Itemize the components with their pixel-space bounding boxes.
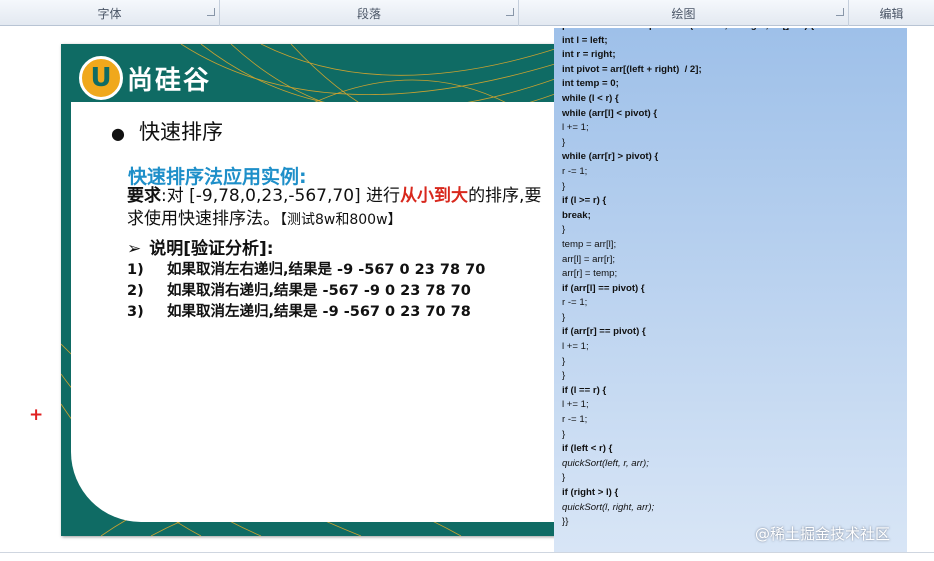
- code-line: int temp = 0;: [562, 78, 619, 90]
- arrow-bullet-icon: ➢: [127, 239, 142, 259]
- code-line: }: [562, 370, 566, 382]
- logo-mark: U: [79, 56, 123, 100]
- code-line: while (arr[r] > pivot) {: [562, 151, 659, 163]
- code-line: quickSort(l, right, arr);: [562, 501, 655, 513]
- code-line: if (l >= r) {: [562, 195, 607, 207]
- ribbon-group-paragraph-label: 段落: [356, 6, 381, 21]
- requirement-label: 要求: [127, 186, 161, 206]
- dialog-launcher-icon[interactable]: [506, 8, 514, 16]
- code-line: while (arr[l] < pivot) {: [562, 107, 658, 119]
- watermark: @稀土掘金技术社区: [755, 525, 891, 543]
- code-line: }: [562, 180, 566, 192]
- list-item-text: 如果取消右递归,结果是 -567 -9 0 23 78 70: [167, 283, 471, 299]
- list-item-text: 如果取消左递归,结果是 -9 -567 0 23 70 78: [167, 304, 471, 320]
- code-line: r -= 1;: [562, 414, 588, 426]
- ribbon-group-editing[interactable]: 编辑: [849, 0, 934, 26]
- list-item[interactable]: 1) 如果取消左右递归,结果是 -9 -567 0 23 78 70: [127, 258, 485, 279]
- explain-heading[interactable]: ➢ 说明[验证分析]:: [127, 234, 274, 259]
- list-item-number: 3): [127, 304, 144, 320]
- dialog-launcher-icon[interactable]: [836, 8, 844, 16]
- ribbon-group-editing-label: 编辑: [879, 6, 904, 21]
- ribbon-group-font-label: 字体: [97, 6, 122, 21]
- code-overlay-panel: public static void quickSort(int left, i…: [554, 28, 907, 561]
- requirement-paragraph[interactable]: 要求:对 [-9,78,0,23,-567,70] 进行从小到大的排序,要求使用…: [127, 185, 547, 232]
- code-line: }: [562, 136, 566, 148]
- requirement-note: 【测试8w和800w】: [280, 212, 402, 228]
- code-line: quickSort(left, r, arr);: [562, 457, 649, 469]
- company-logo: U 尚硅谷: [79, 56, 211, 100]
- code-line: if (arr[l] == pivot) {: [562, 282, 645, 294]
- slide-title-text: 快速排序: [138, 120, 223, 144]
- code-line: }: [562, 472, 566, 484]
- code-line: l += 1;: [562, 341, 589, 353]
- code-line: temp = arr[l];: [562, 238, 617, 250]
- ribbon-group-drawing-label: 绘图: [671, 6, 696, 21]
- code-line: l += 1;: [562, 399, 589, 411]
- code-line: arr[r] = temp;: [562, 268, 618, 280]
- code-line: if (right > l) {: [562, 487, 619, 498]
- list-item[interactable]: 3) 如果取消左递归,结果是 -9 -567 0 23 70 78: [127, 300, 471, 321]
- code-line: arr[l] = arr[r];: [562, 253, 616, 265]
- logo-text: 尚硅谷: [127, 65, 212, 96]
- list-item-text: 如果取消左右递归,结果是 -9 -567 0 23 78 70: [167, 262, 486, 278]
- list-item-number: 1): [127, 262, 144, 278]
- code-line: r -= 1;: [562, 165, 588, 177]
- code-line: if (l == r) {: [562, 384, 607, 396]
- requirement-text-1: :对 [-9,78,0,23,-567,70] 进行: [161, 186, 401, 206]
- ribbon-group-drawing[interactable]: 绘图: [519, 0, 849, 26]
- ribbon-group-font[interactable]: 字体: [0, 0, 220, 26]
- dialog-launcher-icon[interactable]: [207, 8, 215, 16]
- slide-canvas[interactable]: U 尚硅谷 ● 快速排序 快速排序法应用实例: 要求:对 [-9,78,0,23,…: [61, 44, 555, 536]
- code-line: }: [562, 311, 566, 323]
- explain-heading-text: 说明[验证分析]:: [149, 239, 274, 259]
- list-item[interactable]: 2) 如果取消右递归,结果是 -567 -9 0 23 78 70: [127, 279, 471, 300]
- code-line: }: [562, 428, 566, 440]
- list-item-number: 2): [127, 283, 144, 299]
- code-line: int pivot = arr[(left + right) / 2];: [562, 63, 702, 75]
- code-line: l += 1;: [562, 122, 589, 134]
- slide-title[interactable]: ● 快速排序: [111, 116, 223, 146]
- code-line: while (l < r) {: [562, 92, 619, 104]
- requirement-highlight: 从小到大: [400, 186, 469, 206]
- code-line: }: [562, 355, 566, 367]
- code-line: r -= 1;: [562, 297, 588, 309]
- code-line: int l = left;: [562, 34, 608, 46]
- code-line: if (left < r) {: [562, 443, 613, 455]
- code-line: break;: [562, 209, 591, 221]
- ribbon-group-bar: 字体 段落 绘图 编辑: [0, 0, 934, 26]
- ribbon-group-paragraph[interactable]: 段落: [220, 0, 519, 26]
- crosshair-cursor-icon: +: [29, 405, 44, 425]
- code-line: int r = right;: [562, 49, 616, 61]
- code-line: }: [562, 224, 566, 236]
- bullet-dot-icon: ●: [111, 124, 125, 143]
- code-line: if (arr[r] == pivot) {: [562, 326, 646, 338]
- status-strip: [0, 552, 934, 561]
